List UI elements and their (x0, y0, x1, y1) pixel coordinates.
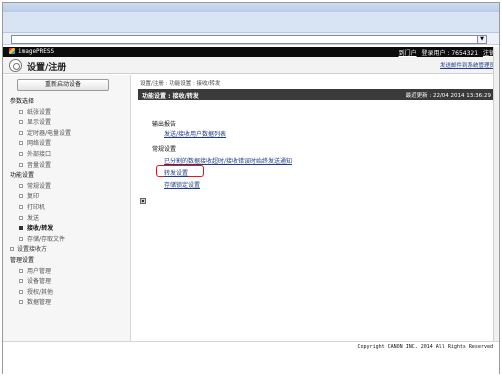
browser-titlebar (3, 3, 499, 12)
sidebar-item-label: 用户管理 (27, 267, 52, 275)
sidebar-item-label: 发送 (27, 214, 40, 222)
sidebar-item-label: 接收/转发 (27, 225, 54, 233)
sidebar-item[interactable]: 用户管理 (3, 267, 130, 278)
sidebar-item[interactable]: 授权/其他 (3, 288, 130, 299)
sidebar-item[interactable]: 音量设置 (3, 161, 130, 172)
sidebar-item-label: 数据管理 (27, 299, 52, 307)
sidebar-item[interactable]: 外部接口 (3, 150, 130, 161)
bullet-icon (19, 194, 23, 199)
sidebar-item-label: 存储/存取文件 (27, 235, 66, 243)
browser-toolbar (3, 12, 499, 33)
address-bar: ▼ (3, 33, 499, 45)
sidebar-group-label: 管理设置 (10, 256, 35, 264)
sidebar-item[interactable]: 存储/存取文件 (3, 235, 130, 246)
sidebar-item[interactable]: 显示设置 (3, 118, 130, 129)
breadcrumb: 设置/注册 : 功能设置 : 接收/转发 (140, 81, 221, 87)
sidebar-item[interactable]: 定时器/电量设置 (3, 129, 130, 140)
page-icon: ▣ (140, 198, 146, 204)
address-input[interactable]: ▼ (11, 35, 487, 44)
bullet-icon (19, 215, 23, 220)
brand-name: imagePRESS (18, 48, 55, 55)
bullet-icon (19, 300, 23, 305)
sidebar-menu: 参数选择纸张设置显示设置定时器/电量设置 网络设置外部接口音量设置功能设置常规设置… (3, 97, 130, 309)
gear-icon (9, 59, 22, 72)
notify-link[interactable]: 已分割的数据接收超时/接收错误时始终发送通知 (164, 156, 292, 165)
logo-icon (9, 48, 15, 54)
bullet-icon (19, 130, 23, 135)
sidebar-item[interactable]: 接收/转发 (3, 224, 130, 235)
page-title: 设置/注册 (27, 63, 67, 73)
bullet-icon (19, 151, 23, 156)
panel-title: 功能设置 : 接收/转发 (142, 93, 199, 100)
sidebar-item-label: 设置接收方 (17, 246, 48, 254)
sidebar-item-label: 外部接口 (27, 150, 52, 158)
bullet-icon (19, 183, 23, 188)
sidebar-group: 管理设置 (3, 256, 130, 267)
panel-header: 功能设置 : 接收/转发 最近更新 : 22/04 2014 13:36:29 (138, 89, 495, 100)
sidebar-item[interactable]: 复印 (3, 192, 130, 203)
sidebar-item-label: 网络设置 (27, 140, 52, 148)
login-user-label: 登录用户 : 7654321 (421, 50, 479, 57)
section-common-settings: 常规设置 (152, 146, 177, 153)
restart-device-button[interactable]: 重新启动设备 (17, 79, 109, 91)
sidebar-group-label: 参数选择 (10, 98, 35, 105)
section-output-report: 输出报告 (152, 121, 177, 128)
sidebar-item[interactable]: 数据管理 (3, 298, 130, 309)
bullet-icon (19, 120, 23, 125)
page-header: 设置/注册 发送邮件到系统管理员 (3, 57, 499, 74)
footer: Copyright CANON INC. 2014 All Rights Res… (3, 341, 499, 375)
sidebar-item[interactable]: 发送 (3, 214, 130, 225)
brand: imagePRESS (9, 48, 54, 55)
main-content: 设置/注册 : 功能设置 : 接收/转发 功能设置 : 接收/转发 最近更新 :… (134, 75, 499, 341)
sidebar-item[interactable]: 设置接收方 (3, 245, 130, 256)
bullet-icon (19, 289, 23, 294)
sidebar-item[interactable]: 设备管理 (3, 277, 130, 288)
memory-lock-link[interactable]: 存储锁定设置 (164, 180, 200, 189)
sidebar-item-label: 音量设置 (27, 161, 52, 169)
sidebar-item[interactable]: 网络设置 (3, 139, 130, 150)
sidebar-item-label: 设备管理 (27, 278, 52, 286)
bullet-icon (19, 162, 23, 167)
sidebar-item-label: 复印 (27, 193, 40, 201)
sidebar-item[interactable]: 打印机 (3, 203, 130, 214)
browser-window: ▼ imagePRESS 到门户 登录用户 : 7654321 注销 设置/注册… (2, 2, 500, 375)
sidebar-group: 参数选择 (3, 97, 130, 108)
sidebar-item-label: 显示设置 (27, 119, 52, 127)
last-updated: 最近更新 : 22/04 2014 13:36:29 (405, 93, 491, 99)
sidebar-group-label: 功能设置 (10, 172, 35, 180)
sidebar-item-label: 授权/其他 (27, 288, 54, 296)
bullet-icon (19, 236, 23, 241)
sidebar-group: 功能设置 (3, 171, 130, 182)
bullet-icon (19, 204, 23, 209)
bullet-icon (19, 109, 23, 114)
bullet-icon (19, 279, 23, 284)
sidebar-item[interactable]: 常规设置 (3, 182, 130, 193)
scrollbar[interactable] (493, 47, 499, 341)
sidebar-item-label: 打印机 (27, 203, 46, 211)
portal-link[interactable]: 到门户 (399, 50, 417, 57)
bullet-icon (19, 268, 23, 273)
send-receive-list-link[interactable]: 发送/接收用户数据列表 (164, 129, 226, 138)
sidebar-item-label: 纸张设置 (27, 108, 52, 116)
sidebar: 重新启动设备 参数选择纸张设置显示设置定时器/电量设置 网络设置外部接口音量设置功… (3, 75, 131, 341)
copyright: Copyright CANON INC. 2014 All Rights Res… (357, 344, 493, 350)
bullet-icon (19, 141, 23, 146)
top-bar: imagePRESS 到门户 登录用户 : 7654321 注销 (3, 47, 499, 57)
sidebar-item[interactable]: 纸张设置 (3, 108, 130, 119)
sidebar-item-label: 常规设置 (27, 182, 52, 190)
chevron-down-icon[interactable]: ▼ (477, 36, 486, 43)
sidebar-item-label: 定时器/电量设置 (27, 129, 72, 137)
forward-settings-link[interactable]: 转发设置 (164, 168, 188, 177)
top-right-links: 到门户 登录用户 : 7654321 注销 (396, 48, 495, 57)
bullet-icon (19, 226, 23, 231)
admin-mail-link[interactable]: 发送邮件到系统管理员 (440, 61, 495, 69)
bullet-icon (10, 247, 14, 252)
